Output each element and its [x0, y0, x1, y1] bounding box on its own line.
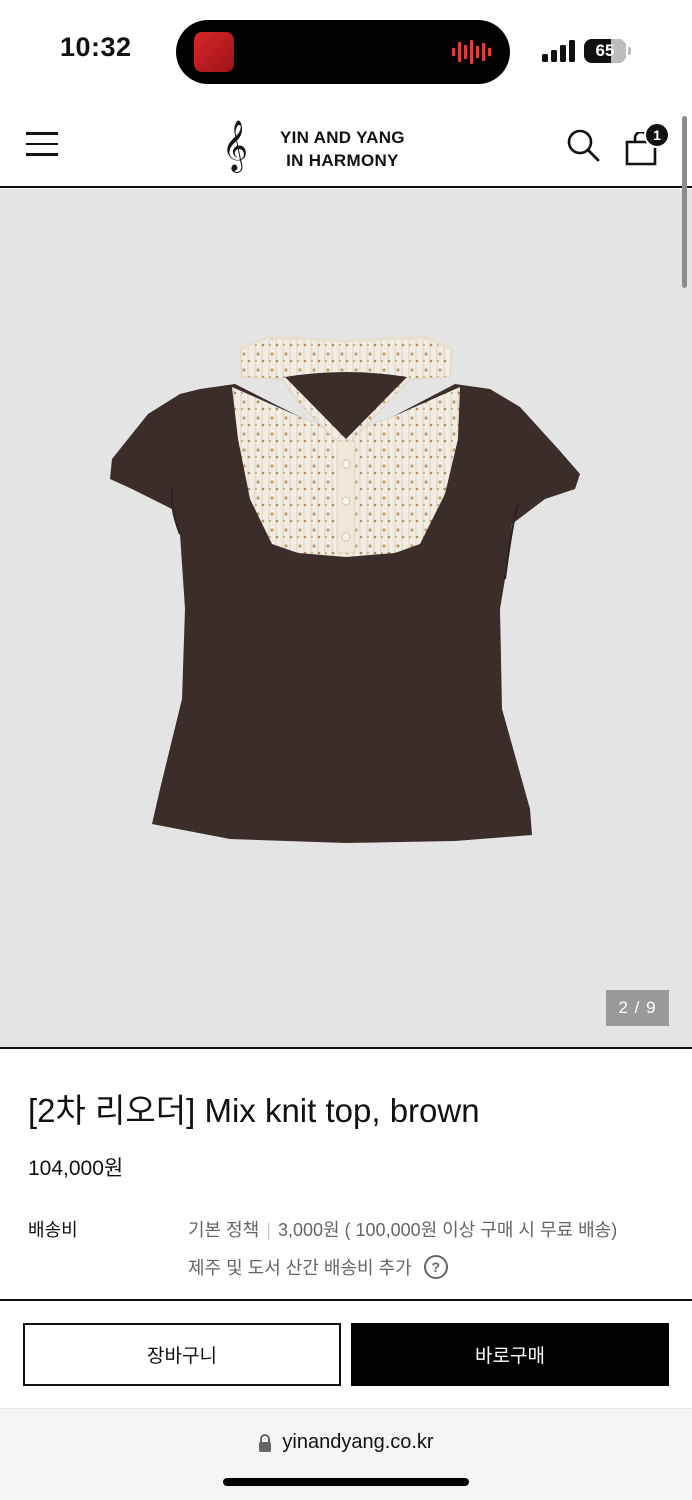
home-indicator[interactable]: [223, 1478, 469, 1486]
site-header: 𝄞 YIN AND YANG IN HARMONY 1: [0, 100, 692, 188]
battery-percent: 65: [595, 41, 615, 60]
shipping-fee-detail: 기본 정책 | 3,000원 ( 100,000원 이상 구매 시 무료 배송): [188, 1216, 617, 1242]
battery-icon: 65: [584, 39, 626, 63]
product-title: [2차 리오더] Mix knit top, brown: [28, 1092, 480, 1129]
shipping-extra-note: 제주 및 도서 산간 배송비 추가 ?: [188, 1254, 448, 1280]
browser-address-bar: yinandyang.co.kr: [0, 1408, 692, 1500]
page-scrollbar[interactable]: [682, 116, 687, 288]
battery-nub: [628, 47, 631, 55]
brand-name: YIN AND YANG IN HARMONY: [280, 126, 405, 172]
url-display[interactable]: yinandyang.co.kr: [0, 1431, 692, 1454]
treble-clef-icon: 𝄞: [222, 120, 249, 171]
shipping-policy: 기본 정책: [188, 1220, 260, 1240]
status-bar: 10:32 65: [0, 0, 692, 100]
product-image-carousel[interactable]: [0, 189, 692, 1049]
cart-count-badge: 1: [644, 122, 670, 148]
help-icon[interactable]: ?: [423, 1255, 448, 1279]
brand-name-line2: IN HARMONY: [286, 151, 399, 170]
audio-waveform-icon: [452, 40, 491, 64]
image-counter: 2 / 9: [606, 990, 669, 1026]
now-playing-thumbnail: [194, 32, 234, 72]
cart-button[interactable]: 1: [624, 122, 672, 166]
menu-icon[interactable]: [26, 132, 58, 158]
dynamic-island: [176, 20, 510, 84]
shipping-extra-note-text: 제주 및 도서 산간 배송비 추가: [188, 1258, 412, 1278]
url-text: yinandyang.co.kr: [282, 1431, 434, 1453]
product-photo-knit-top: [110, 335, 580, 843]
brand-name-line1: YIN AND YANG: [280, 128, 405, 147]
brand-logo[interactable]: 𝄞 YIN AND YANG IN HARMONY: [222, 120, 432, 172]
shipping-fee-label: 배송비: [28, 1220, 78, 1240]
add-to-cart-button[interactable]: 장바구니: [23, 1323, 341, 1386]
separator: |: [266, 1220, 271, 1240]
section-divider: [0, 1299, 692, 1301]
lock-icon: [259, 1433, 272, 1452]
shipping-fee-amount: 3,000원 ( 100,000원 이상 구매 시 무료 배송): [277, 1220, 618, 1240]
product-price: 104,000원: [28, 1157, 124, 1180]
search-icon[interactable]: [566, 128, 600, 162]
cellular-signal-icon: [542, 40, 575, 62]
status-time: 10:32: [60, 32, 132, 62]
buy-now-button[interactable]: 바로구매: [351, 1323, 669, 1386]
